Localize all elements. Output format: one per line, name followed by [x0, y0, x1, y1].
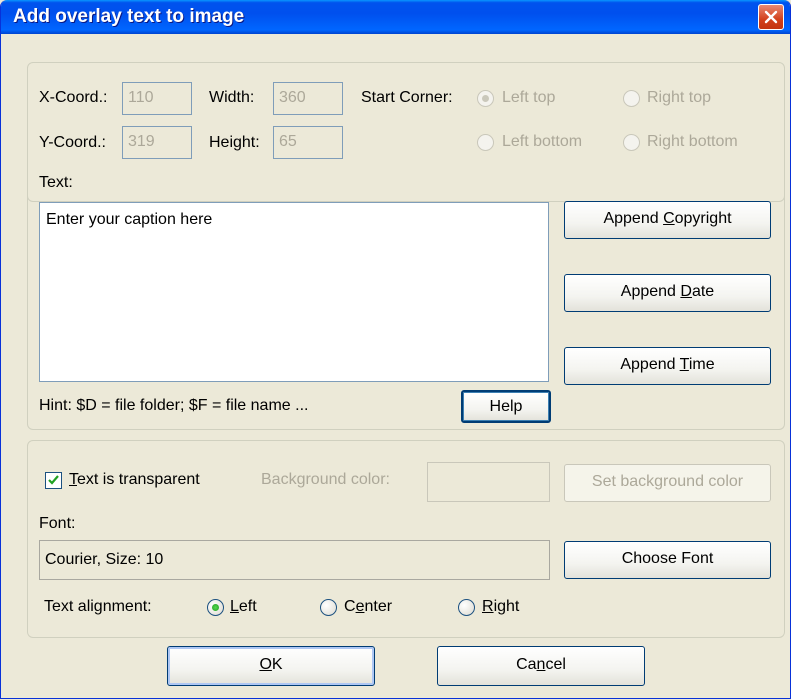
close-icon — [764, 10, 778, 24]
corner-right-bottom-radio[interactable] — [623, 134, 640, 151]
button-text: Append — [620, 283, 681, 300]
button-text: Set background color — [591, 473, 744, 490]
button-text: cel — [545, 656, 566, 673]
label-text: eft — [238, 598, 257, 615]
append-time-button[interactable]: Append Time — [564, 347, 771, 385]
label-text: ight — [493, 598, 520, 615]
mnemonic-key: D — [680, 283, 692, 300]
button-text: Append — [603, 210, 664, 227]
dialog-body: X-Coord.: 110 Width: 360 Start Corner: L… — [5, 34, 786, 694]
align-left-radio[interactable] — [207, 599, 224, 616]
caption-textarea[interactable]: Enter your caption here — [39, 202, 549, 382]
corner-left-top-radio[interactable] — [477, 90, 494, 107]
start-corner-label: Start Corner: — [361, 89, 453, 106]
button-text: Ca — [516, 656, 537, 673]
background-color-label: Background color: — [261, 471, 390, 488]
mnemonic-key: O — [259, 656, 272, 673]
append-date-button[interactable]: Append Date — [564, 274, 771, 312]
label-text: C — [344, 598, 356, 615]
x-coord-field[interactable]: 110 — [122, 82, 192, 115]
title-bar[interactable]: Add overlay text to image — [1, 0, 790, 34]
mnemonic-key: L — [230, 598, 239, 615]
button-text: K — [271, 656, 283, 673]
x-coord-label: X-Coord.: — [39, 89, 108, 106]
width-label: Width: — [209, 89, 255, 106]
text-hint: Hint: $D = file folder; $F = file name .… — [39, 397, 309, 414]
set-background-color-button[interactable]: Set background color — [564, 464, 771, 502]
append-copyright-button[interactable]: Append Copyright — [564, 201, 771, 239]
corner-right-top-label: Right top — [647, 89, 712, 106]
mnemonic-key: T — [69, 471, 77, 488]
button-text: Append — [620, 356, 680, 373]
button-text: ime — [688, 356, 715, 373]
font-label: Font: — [39, 515, 76, 532]
ok-button[interactable]: OK — [167, 646, 375, 686]
align-center-label: Center — [344, 598, 392, 616]
corner-right-bottom-label: Right bottom — [647, 133, 738, 150]
close-button[interactable] — [758, 4, 784, 30]
transparent-label: Text is transparent — [69, 471, 200, 489]
cancel-button[interactable]: Cancel — [437, 646, 645, 686]
radio-selected-dot — [482, 95, 489, 102]
radio-selected-dot — [212, 604, 219, 611]
corner-left-bottom-label: Left bottom — [502, 133, 583, 150]
text-alignment-label: Text alignment: — [44, 598, 152, 615]
text-label: Text: — [39, 174, 73, 191]
align-left-label: Left — [230, 598, 257, 616]
align-right-radio[interactable] — [458, 599, 475, 616]
width-field[interactable]: 360 — [273, 82, 343, 115]
font-display-field: Courier, Size: 10 — [39, 540, 550, 580]
dialog-title: Add overlay text to image — [13, 6, 245, 27]
label-text: nter — [364, 598, 393, 615]
corner-left-bottom-radio[interactable] — [477, 134, 494, 151]
height-field[interactable]: 65 — [273, 126, 343, 159]
background-color-swatch — [427, 462, 550, 502]
checkmark-icon — [48, 475, 59, 485]
mnemonic-key: T — [679, 356, 689, 373]
choose-font-button[interactable]: Choose Font — [564, 541, 771, 579]
button-text: Choose Font — [621, 550, 714, 567]
label-text: ext is transparent — [77, 471, 200, 488]
transparent-checkbox[interactable] — [45, 472, 62, 489]
help-button[interactable]: Help — [461, 390, 551, 423]
align-center-radio[interactable] — [320, 599, 337, 616]
height-label: Height: — [209, 134, 260, 151]
y-coord-field[interactable]: 319 — [122, 126, 192, 159]
button-text: Help — [489, 398, 523, 415]
button-text: ate — [691, 283, 715, 300]
mnemonic-key: C — [663, 210, 675, 227]
y-coord-label: Y-Coord.: — [39, 134, 106, 151]
dialog-window: Add overlay text to image X-Coord.: 110 … — [0, 0, 791, 699]
corner-right-top-radio[interactable] — [623, 90, 640, 107]
align-right-label: Right — [482, 598, 519, 616]
corner-left-top-label: Left top — [502, 89, 556, 106]
button-text: opyright — [674, 210, 732, 227]
mnemonic-key: R — [482, 598, 494, 615]
